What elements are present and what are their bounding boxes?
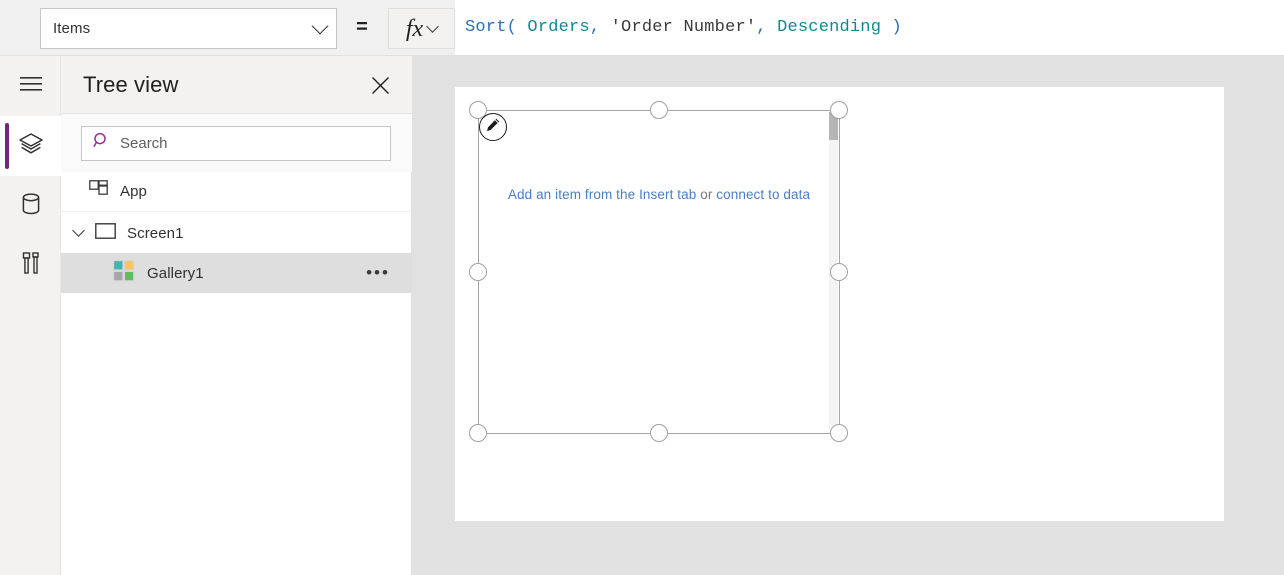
tree-item-app[interactable]: App: [61, 172, 412, 212]
tree-item-label: Gallery1: [147, 265, 204, 282]
chevron-down-icon: [312, 18, 329, 35]
property-dropdown[interactable]: Items: [40, 8, 337, 49]
canvas-area: Add an item from the Insert tab or conne…: [412, 56, 1284, 575]
app-grid-icon: [89, 180, 108, 204]
tree-view-header: Tree view: [61, 56, 412, 114]
panel-title: Tree view: [83, 72, 178, 98]
hamburger-menu-icon: [20, 76, 42, 97]
edit-gallery-template-button[interactable]: [479, 113, 507, 141]
resize-handle-top-right[interactable]: [830, 101, 848, 119]
formula-token-column-name: 'Order Number': [611, 18, 757, 37]
gallery-empty-message: Add an item from the Insert tab or conne…: [479, 187, 839, 202]
resize-handle-bottom-right[interactable]: [830, 424, 848, 442]
tree-item-screen1[interactable]: Screen1: [61, 213, 412, 253]
screen-icon: [95, 223, 116, 244]
fx-button[interactable]: fx: [388, 8, 455, 49]
formula-token-open-paren: (: [507, 18, 528, 37]
app-screen-canvas[interactable]: Add an item from the Insert tab or conne…: [455, 87, 1224, 521]
data-sources-icon: [20, 192, 42, 221]
formula-bar: Items = fx Sort( Orders, 'Order Number',…: [0, 0, 1284, 56]
empty-message-separator: or: [696, 187, 716, 202]
formula-token-datasource: Orders: [527, 18, 589, 37]
close-icon[interactable]: [365, 70, 395, 100]
gallery-control[interactable]: Add an item from the Insert tab or conne…: [478, 110, 840, 434]
insert-tab-link[interactable]: Add an item from the Insert tab: [508, 187, 696, 202]
pencil-edit-icon: [485, 117, 501, 138]
active-rail-indicator: [5, 123, 9, 169]
fx-icon: fx: [406, 17, 423, 41]
formula-token-comma-2: ,: [756, 18, 777, 37]
connect-to-data-link[interactable]: connect to data: [716, 187, 810, 202]
resize-handle-bottom-center[interactable]: [650, 424, 668, 442]
resize-handle-middle-right[interactable]: [830, 263, 848, 281]
rail-item-tree-view[interactable]: [0, 116, 61, 176]
rail-item-insert[interactable]: [0, 236, 61, 296]
insert-tools-icon: [20, 251, 42, 282]
search-row: Search: [61, 114, 412, 172]
tree-item-label: App: [120, 183, 147, 200]
tree-view-layers-icon: [18, 132, 44, 161]
resize-handle-top-center[interactable]: [650, 101, 668, 119]
formula-token-sort-order: Descending: [777, 18, 881, 37]
resize-handle-middle-left[interactable]: [469, 263, 487, 281]
left-rail: [0, 56, 61, 575]
search-icon: [93, 132, 110, 154]
tree-view-panel: Tree view Search App: [61, 56, 412, 575]
formula-token-comma-1: ,: [590, 18, 611, 37]
resize-handle-bottom-left[interactable]: [469, 424, 487, 442]
tree-item-gallery1[interactable]: Gallery1 •••: [61, 253, 412, 293]
search-placeholder: Search: [120, 135, 168, 152]
gallery-icon: [113, 260, 135, 287]
formula-token-function: Sort: [465, 18, 507, 37]
formula-input[interactable]: Sort( Orders, 'Order Number', Descending…: [455, 0, 1284, 55]
property-dropdown-value: Items: [53, 20, 314, 37]
chevron-down-icon[interactable]: [72, 224, 85, 237]
chevron-down-icon: [426, 20, 439, 33]
equals-sign: =: [351, 17, 373, 37]
overflow-menu-button[interactable]: •••: [366, 263, 390, 283]
search-input[interactable]: Search: [81, 126, 391, 161]
rail-item-data[interactable]: [0, 176, 61, 236]
rail-item-menu[interactable]: [0, 56, 61, 116]
formula-token-close-paren: ): [881, 18, 902, 37]
tree-item-label: Screen1: [127, 225, 184, 242]
